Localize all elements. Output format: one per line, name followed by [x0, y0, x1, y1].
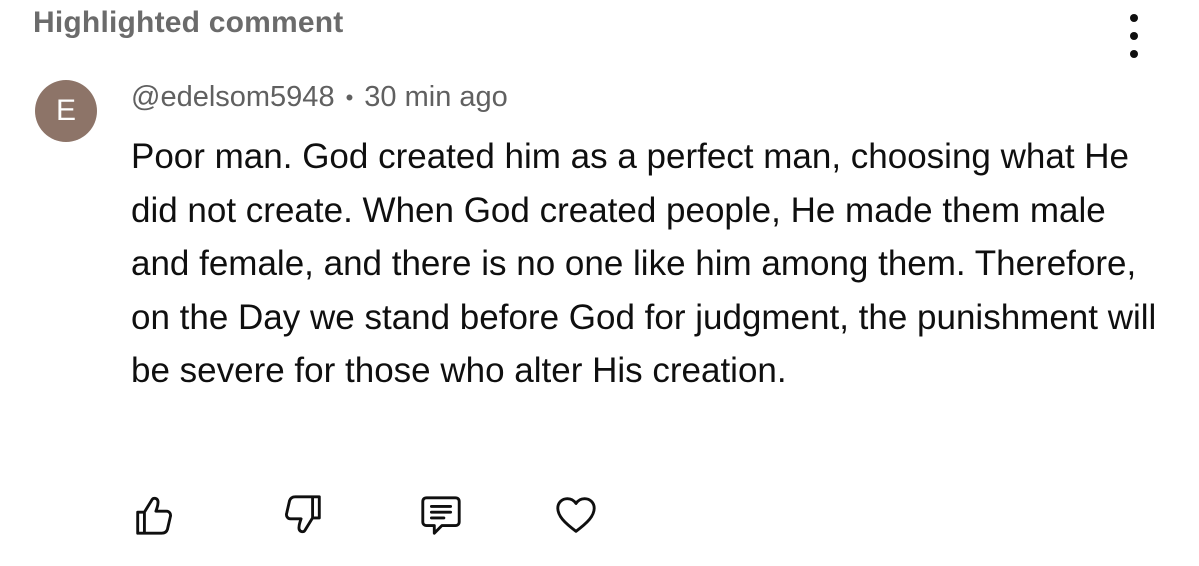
thumbs-up-icon	[136, 496, 172, 535]
more-vert-icon-dot	[1130, 50, 1138, 58]
more-vert-icon	[1130, 14, 1138, 22]
comment-icon	[421, 496, 461, 535]
meta-separator: •	[345, 84, 354, 110]
section-title: Highlighted comment	[33, 6, 344, 39]
comment-meta: @edelsom5948 • 30 min ago	[131, 81, 508, 114]
dislike-button[interactable]	[277, 489, 329, 541]
more-vert-icon-dot	[1130, 32, 1138, 40]
more-options-button[interactable]	[1116, 14, 1152, 58]
author-handle[interactable]: @edelsom5948	[131, 81, 335, 114]
heart-icon	[556, 497, 596, 533]
thumbs-down-icon	[285, 495, 321, 534]
comment-time: 30 min ago	[364, 81, 508, 113]
avatar[interactable]: E	[35, 80, 97, 142]
heart-button[interactable]	[550, 489, 602, 541]
comment-actions	[0, 489, 1199, 541]
like-button[interactable]	[128, 489, 180, 541]
comment-text: Poor man. God created him as a perfect m…	[131, 137, 1157, 390]
reply-button[interactable]	[415, 489, 467, 541]
